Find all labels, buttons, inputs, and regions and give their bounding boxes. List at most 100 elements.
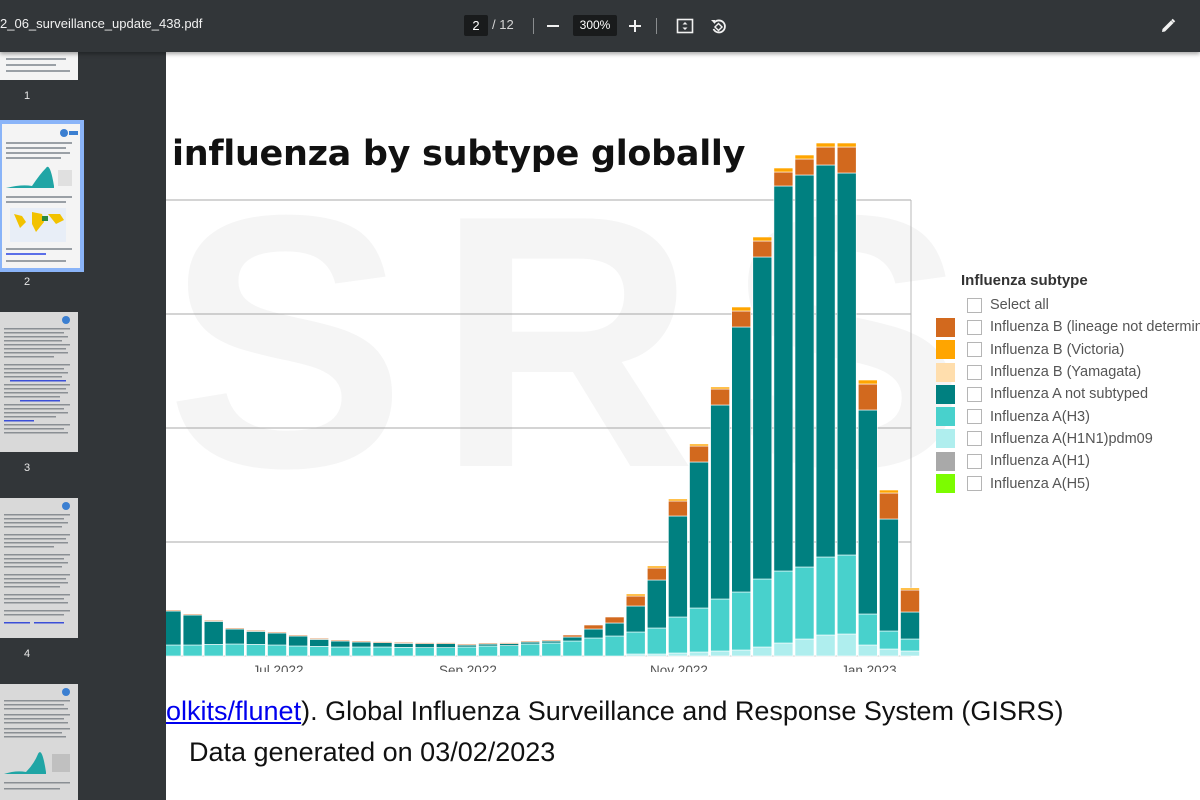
zoom-in-button[interactable] (623, 14, 647, 38)
bar-segment (646, 579, 667, 629)
minus-icon (547, 25, 559, 27)
bar-segment (773, 185, 794, 572)
legend-item[interactable]: Influenza A(H3) (936, 405, 1200, 427)
rotate-counterclockwise-icon (711, 19, 726, 34)
bar-segment (710, 404, 730, 600)
legend-checkbox[interactable] (967, 319, 982, 335)
page-thumbnail-1[interactable] (0, 52, 78, 80)
page-number-input[interactable]: 2 (464, 15, 488, 36)
zoom-input[interactable]: 300% (573, 15, 617, 36)
bar-segment (435, 643, 456, 648)
select-all-checkbox[interactable] (967, 297, 982, 313)
page-thumbnail-2[interactable] (0, 120, 84, 272)
page-thumbnail-3[interactable] (0, 312, 78, 452)
bar-segment (372, 646, 393, 657)
bar-segment (288, 635, 308, 647)
legend-label: Influenza A(H5) (990, 475, 1090, 492)
legend-checkbox[interactable] (967, 364, 982, 380)
legend-label: Influenza B (Victoria) (990, 341, 1125, 358)
bar-segment (288, 634, 308, 637)
legend-item[interactable]: Influenza B (Yamagata) (936, 361, 1200, 383)
bar-segment (668, 652, 688, 657)
bar-segment (710, 650, 730, 657)
rotate-button[interactable] (706, 14, 730, 38)
chart-bars (166, 142, 920, 657)
legend-select-all[interactable]: Select all (936, 294, 1200, 316)
legend-item[interactable]: Influenza B (lineage not determined) (936, 316, 1200, 338)
legend-item[interactable]: Influenza A not subtyped (936, 383, 1200, 405)
source-citation: olkits/flunet). Global Influenza Surveil… (166, 696, 1063, 727)
bar-segment (668, 500, 688, 517)
legend-swatch (936, 429, 955, 449)
bar-segment (330, 640, 351, 648)
bar-segment (625, 593, 646, 597)
legend-checkbox[interactable] (967, 342, 982, 358)
bar-segment (836, 633, 857, 657)
page-thumbnail-4[interactable] (0, 498, 78, 638)
bar-segment (815, 146, 836, 166)
bar-segment (203, 621, 224, 645)
page-thumbnail-5[interactable] (0, 684, 78, 800)
bar-segment (604, 622, 625, 637)
document-title: 2_06_surveillance_update_438.pdf (0, 16, 203, 31)
bar-segment (351, 641, 372, 648)
legend-checkbox[interactable] (967, 476, 982, 492)
legend-checkbox[interactable] (967, 453, 982, 469)
thumbnail-number: 4 (23, 648, 31, 660)
bar-segment (773, 167, 794, 173)
bar-segment (668, 515, 688, 618)
bar-segment (857, 409, 878, 615)
legend-label: Influenza A(H1N1)pdm09 (990, 430, 1153, 447)
legend-swatch (936, 317, 955, 337)
bar-segment (583, 624, 604, 630)
chart-x-axis: Jul 2022 Sep 2022 Nov 2022 Jan 2023 (253, 663, 897, 672)
bar-segment (562, 634, 583, 638)
legend-item[interactable]: Influenza A(H1) (936, 450, 1200, 472)
legend-title: Influenza subtype (961, 272, 1088, 289)
bar-segment (731, 591, 752, 651)
annotate-button[interactable] (1156, 14, 1180, 38)
bar-segment (836, 142, 857, 148)
bar-segment (372, 642, 393, 648)
plus-icon (629, 20, 641, 32)
bar-segment (625, 595, 646, 607)
bar-segment (857, 383, 878, 411)
legend-checkbox[interactable] (967, 409, 982, 425)
bar-segment (900, 650, 920, 657)
flunet-link[interactable]: olkits/flunet (166, 696, 301, 726)
legend-swatch (936, 474, 955, 494)
bar-segment (393, 642, 414, 644)
bar-segment (752, 578, 773, 648)
x-tick-label: Nov 2022 (650, 663, 708, 672)
bar-segment (900, 587, 920, 591)
bar-segment (773, 171, 794, 187)
zoom-out-button[interactable] (541, 14, 565, 38)
fit-to-page-button[interactable] (673, 14, 697, 38)
legend-swatch (936, 451, 955, 471)
bar-segment (246, 631, 266, 645)
bar-segment (879, 648, 899, 657)
bar-segment (499, 645, 519, 657)
legend-label: Influenza B (Yamagata) (990, 364, 1142, 381)
legend-checkbox[interactable] (967, 431, 982, 447)
bar-segment (267, 644, 287, 657)
bar-segment (499, 642, 519, 644)
legend-item[interactable]: Influenza A(H1N1)pdm09 (936, 428, 1200, 450)
bar-segment (773, 570, 794, 644)
bar-segment (794, 638, 815, 657)
thumbnail-number: 2 (23, 276, 31, 288)
bar-segment (857, 644, 878, 657)
bar-segment (478, 642, 498, 645)
bar-segment (815, 164, 836, 558)
toolbar-divider (656, 18, 657, 34)
bar-segment (330, 646, 351, 657)
legend-checkbox[interactable] (967, 386, 982, 402)
bar-segment (752, 646, 773, 657)
bar-segment (646, 627, 667, 655)
bar-segment (625, 631, 646, 655)
bar-segment (203, 644, 224, 657)
legend-item[interactable]: Influenza A(H5) (936, 472, 1200, 494)
legend-label: Select all (990, 297, 1049, 314)
bar-segment (224, 628, 245, 645)
legend-item[interactable]: Influenza B (Victoria) (936, 339, 1200, 361)
